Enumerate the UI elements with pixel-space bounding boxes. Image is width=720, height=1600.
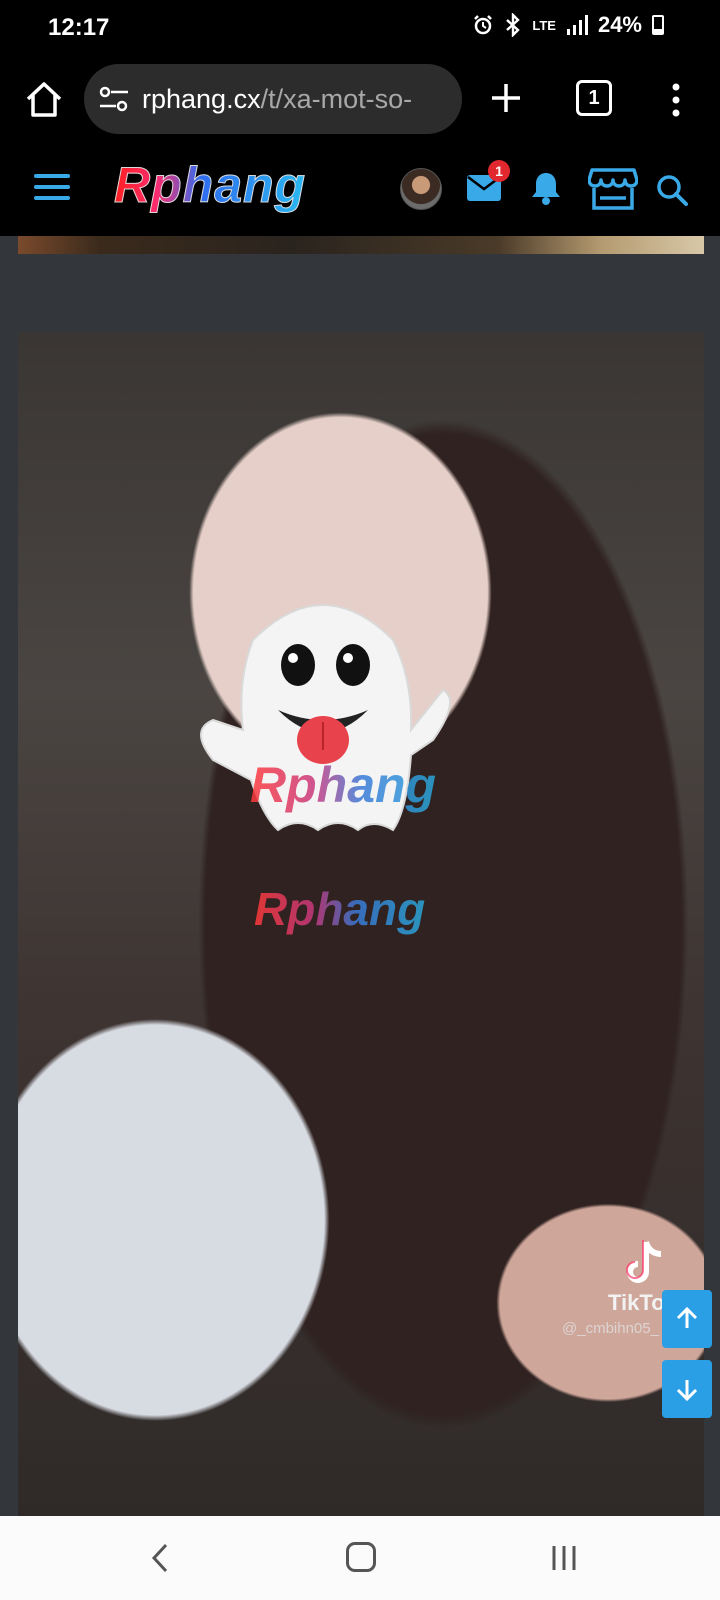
address-bar[interactable]: rphang.cx/t/xa-mot-so- — [84, 64, 462, 134]
alarm-icon — [474, 15, 493, 35]
thread-content: Rphang Rphang TikTok @_cmbihn05_ — [0, 236, 720, 1516]
home-button[interactable] — [346, 1542, 376, 1572]
store-icon[interactable] — [588, 168, 638, 210]
status-bar: 12:17 LTE 24% — [0, 0, 720, 58]
mail-badge: 1 — [488, 160, 510, 182]
battery-level: 24% — [597, 12, 642, 37]
tab-switcher-button[interactable]: 1 — [576, 80, 612, 116]
search-icon[interactable] — [656, 174, 688, 206]
url-path: /t/xa-mot-so- — [260, 83, 413, 114]
arrow-down-icon — [676, 1380, 698, 1402]
post-image[interactable]: Rphang Rphang TikTok @_cmbihn05_ — [18, 332, 704, 1516]
previous-post-image[interactable] — [18, 236, 704, 254]
bluetooth-icon — [506, 13, 521, 37]
site-logo[interactable]: Rphang — [113, 156, 306, 214]
home-icon[interactable] — [22, 78, 66, 122]
site-header: Rphang 1 — [0, 142, 720, 236]
avatar[interactable] — [400, 168, 442, 210]
watermark-primary: Rphang — [250, 757, 437, 813]
status-icons: LTE 24% — [472, 12, 664, 38]
status-time: 12:17 — [48, 14, 110, 41]
watermark-secondary: Rphang — [254, 883, 426, 935]
back-icon[interactable] — [148, 1542, 172, 1574]
system-nav-bar — [0, 1516, 720, 1600]
network-type: LTE — [532, 17, 556, 33]
arrow-up-icon — [676, 1306, 698, 1328]
battery-icon — [652, 15, 664, 35]
browser-toolbar: rphang.cx/t/xa-mot-so- 1 — [0, 58, 720, 142]
scroll-to-top-button[interactable] — [662, 1290, 712, 1348]
hamburger-menu-icon[interactable] — [34, 174, 70, 204]
scroll-to-bottom-button[interactable] — [662, 1360, 712, 1418]
more-options-icon[interactable] — [662, 78, 690, 122]
tiktok-logo-icon — [626, 1240, 662, 1283]
new-tab-icon[interactable] — [484, 76, 528, 120]
recent-apps-icon[interactable] — [550, 1544, 578, 1572]
url-domain: rphang.cx — [142, 83, 261, 114]
signal-icon — [566, 15, 588, 35]
site-settings-icon[interactable] — [98, 85, 130, 113]
tiktok-username: @_cmbihn05_ — [562, 1320, 659, 1337]
bell-icon[interactable] — [530, 170, 562, 206]
url-text: rphang.cx/t/xa-mot-so- — [142, 84, 412, 115]
